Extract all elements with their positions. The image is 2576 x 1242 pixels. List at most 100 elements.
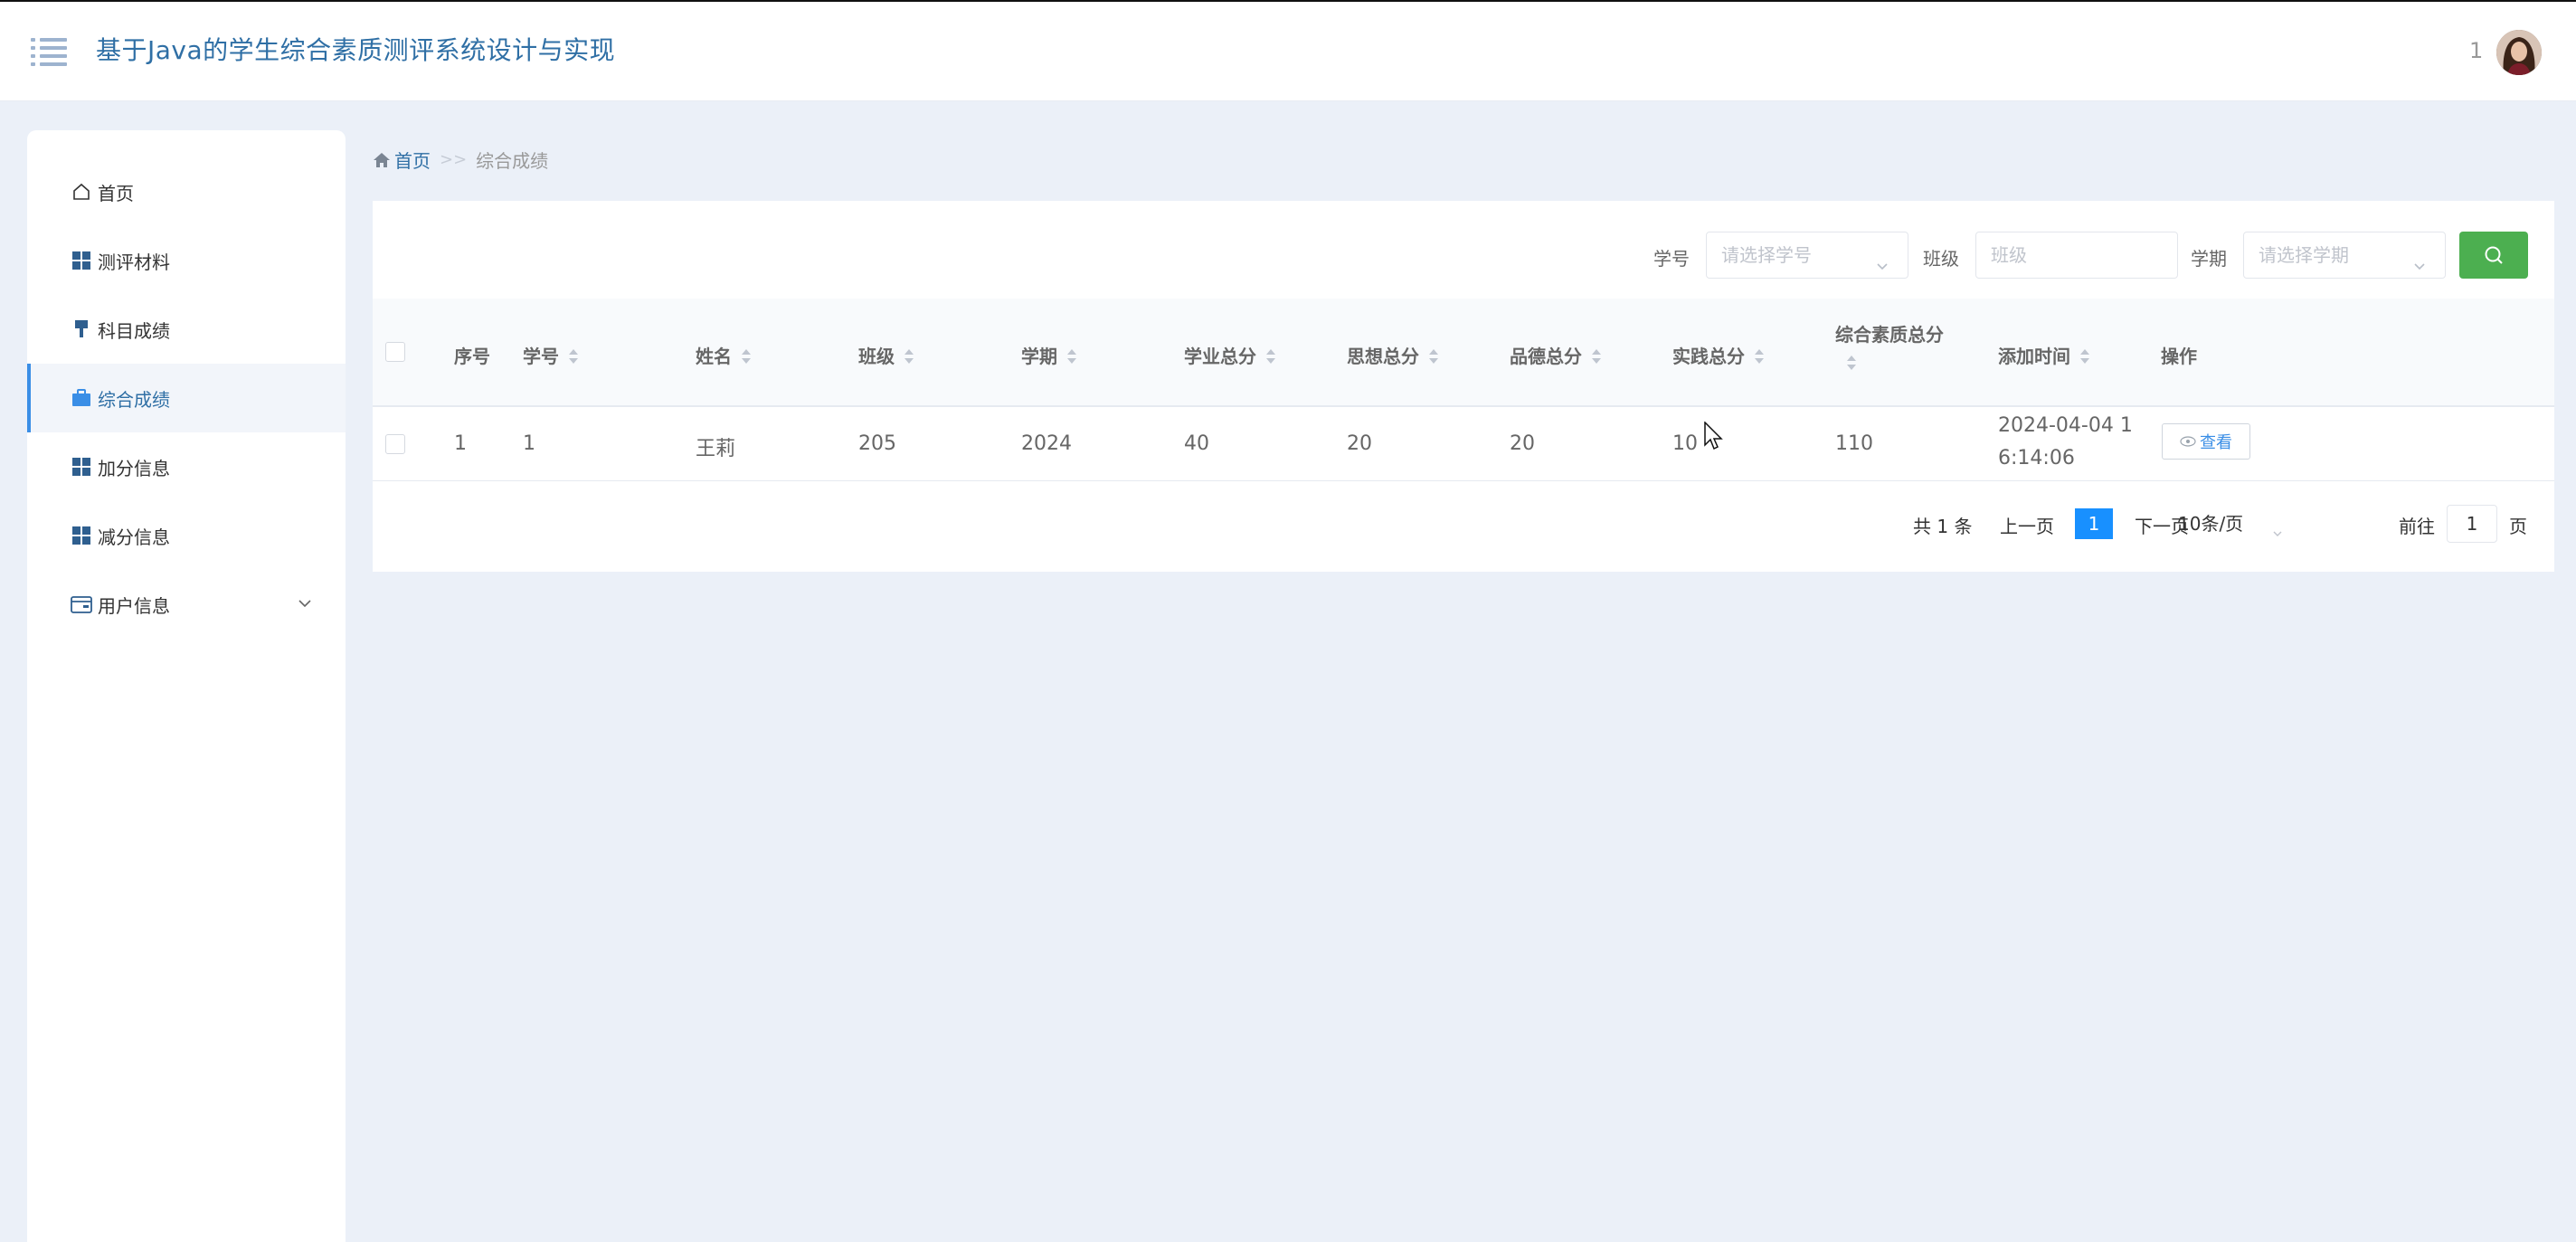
filter-class-label: 班级 [1923,248,1959,270]
avatar[interactable] [2496,30,2542,75]
chevron-down-icon [2270,516,2285,536]
sidebar-item-bonus-info[interactable]: 加分信息 [27,432,346,501]
sidebar-item-label: 首页 [98,182,134,204]
cell-class: 205 [858,432,896,455]
goto-label: 前往 [2399,516,2435,537]
current-page-number[interactable]: 1 [2075,508,2113,539]
card-icon [71,593,92,615]
cell-morality: 20 [1510,432,1535,455]
sort-icon[interactable] [1846,354,1857,370]
column-header-practice[interactable]: 实践总分 [1672,342,1765,368]
sort-icon[interactable] [1591,347,1602,364]
cell-practice: 10 [1672,432,1698,455]
student-id-placeholder: 请选择学号 [1721,244,1812,266]
filter-term-label: 学期 [2191,248,2227,270]
term-placeholder: 请选择学期 [2259,244,2349,266]
sidebar-item-home[interactable]: 首页 [27,157,346,226]
app-title: 基于Java的学生综合素质测评系统设计与实现 [96,35,616,65]
row-checkbox[interactable] [385,434,405,454]
cell-name: 王莉 [696,438,736,460]
breadcrumb: 首页 >> 综合成绩 [373,147,548,173]
column-header-label: 学业总分 [1184,346,1256,367]
table-row[interactable]: 1 1 王莉 205 2024 40 20 20 10 110 2024-04-… [373,409,2554,481]
column-header-label: 班级 [858,346,895,367]
chevron-down-icon [1873,247,1891,270]
sort-icon[interactable] [904,347,914,364]
sidebar-item-deduction-info[interactable]: 减分信息 [27,501,346,570]
breadcrumb-home-label: 首页 [394,150,431,172]
home-icon [71,181,92,203]
breadcrumb-home[interactable]: 首页 [373,147,431,173]
chevron-down-icon[interactable] [295,593,315,613]
column-header-label: 姓名 [696,346,732,367]
prev-page-button[interactable]: 上一页 [2000,512,2054,538]
pagination-total: 共 1 条 [1913,516,1973,537]
column-header-term[interactable]: 学期 [1021,342,1077,368]
column-header-label: 操作 [2161,346,2197,367]
sort-icon[interactable] [1754,347,1765,364]
cell-term: 2024 [1021,432,1072,455]
brush-icon [71,318,92,340]
cell-index: 1 [454,432,467,455]
page-unit-label: 页 [2509,516,2527,537]
sort-icon[interactable] [1265,347,1276,364]
column-header-morality[interactable]: 品德总分 [1510,342,1602,368]
goto-page-input[interactable]: 1 [2447,505,2497,543]
sort-icon[interactable] [1066,347,1077,364]
select-all-checkbox[interactable] [385,342,405,362]
sidebar-item-materials[interactable]: 测评材料 [27,226,346,295]
view-button[interactable]: 查看 [2162,423,2250,460]
sort-icon[interactable] [568,347,579,364]
column-header-academic[interactable]: 学业总分 [1184,342,1276,368]
column-header-added-time[interactable]: 添加时间 [1998,342,2090,368]
filter-student-id-label: 学号 [1653,248,1690,270]
column-header-overall[interactable]: 综合素质总分 [1835,320,1944,370]
grid-icon [71,525,92,546]
sort-icon[interactable] [741,347,752,364]
column-header-label: 综合素质总分 [1835,324,1944,346]
term-select[interactable]: 请选择学期 [2243,232,2446,279]
sidebar-item-overall-scores[interactable]: 综合成绩 [27,364,346,432]
column-header-class[interactable]: 班级 [858,342,914,368]
cell-student-id: 1 [523,432,535,455]
sidebar-item-subject-scores[interactable]: 科目成绩 [27,295,346,364]
column-header-label: 学号 [523,346,559,367]
column-header-label: 实践总分 [1672,346,1745,367]
column-header-label: 添加时间 [1998,346,2070,367]
class-placeholder: 班级 [1991,244,2027,266]
sidebar-item-label: 用户信息 [98,594,170,617]
content-panel: 学号 请选择学号 班级 班级 学期 请选择学期 序号 学号 姓名 班级 学期 学… [373,201,2554,572]
briefcase-icon [71,387,92,409]
sidebar-item-label: 加分信息 [98,457,170,479]
breadcrumb-current: 综合成绩 [476,150,549,172]
column-header-ideology[interactable]: 思想总分 [1347,342,1439,368]
home-icon [374,152,390,167]
user-name[interactable]: 1 [2469,38,2483,63]
grid-icon [71,456,92,478]
search-button[interactable] [2459,232,2528,279]
class-input[interactable]: 班级 [1975,232,2178,279]
page-size-value: 10条/页 [2178,513,2244,535]
column-header-label: 序号 [454,346,490,367]
sidebar-item-label: 科目成绩 [98,319,170,342]
sidebar: 首页 测评材料 科目成绩 综合成绩 加分信息 减分信息 用户信息 [27,130,346,1242]
sidebar-item-user-info[interactable]: 用户信息 [27,570,346,639]
column-header-actions: 操作 [2161,342,2197,368]
column-header-student-id[interactable]: 学号 [523,342,579,368]
search-icon [2485,246,2503,264]
sort-icon[interactable] [1428,347,1439,364]
student-id-select[interactable]: 请选择学号 [1706,232,1908,279]
column-header-index: 序号 [454,342,490,368]
page-size-select[interactable]: 10条/页 [2169,505,2294,543]
cell-added-time-line1: 2024-04-04 1 [1998,414,2133,437]
sort-icon[interactable] [2079,347,2090,364]
sidebar-item-label: 综合成绩 [98,388,170,411]
column-header-label: 品德总分 [1510,346,1582,367]
column-header-name[interactable]: 姓名 [696,342,752,368]
eye-icon [2180,436,2196,447]
chevron-down-icon [2410,247,2429,270]
breadcrumb-separator: >> [440,150,468,169]
view-button-label: 查看 [2200,433,2232,452]
menu-toggle-icon[interactable] [31,36,67,67]
cell-overall: 110 [1835,432,1873,455]
